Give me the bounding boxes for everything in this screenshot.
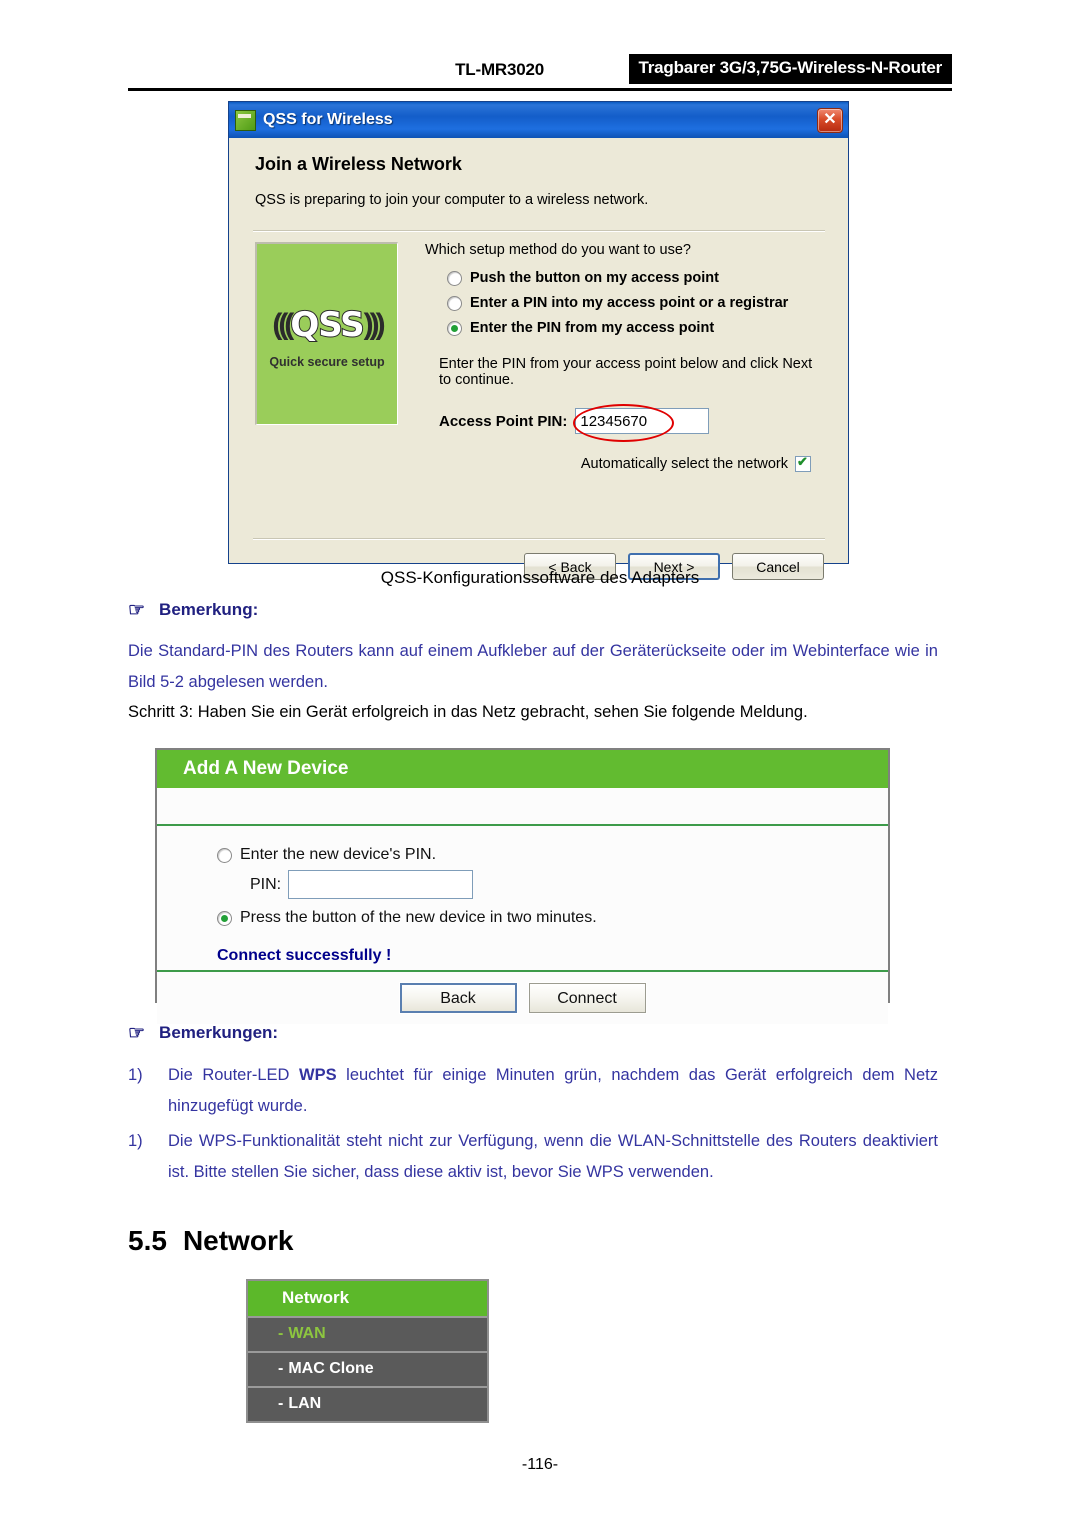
access-point-pin-input[interactable] — [575, 408, 710, 434]
list-item: 1) Die WPS-Funktionalität steht nicht zu… — [128, 1126, 938, 1188]
option-enter-new-device-pin[interactable]: Enter the new device's PIN. — [217, 846, 888, 864]
add-a-new-device-content: Enter the new device's PIN. PIN: Press t… — [157, 826, 888, 970]
setup-option-label: Enter a PIN into my access point or a re… — [470, 295, 789, 311]
panel-top-divider — [157, 788, 888, 826]
radio-icon[interactable] — [217, 847, 232, 863]
page-number: -116- — [521, 1456, 559, 1473]
new-device-pin-label: PIN: — [250, 875, 282, 893]
setup-method-question: Which setup method do you want to use? — [425, 242, 691, 258]
dash-icon: - — [278, 1395, 284, 1412]
dash-icon: - — [278, 1325, 284, 1342]
list-marker: 1) — [128, 1066, 143, 1084]
auto-select-network-label: Automatically select the network — [580, 456, 788, 472]
header-divider — [128, 88, 952, 91]
qss-for-wireless-dialog: QSS for Wireless ✕ Join a Wireless Netwo… — [228, 101, 849, 580]
sidebar-item-lan[interactable]: - LAN — [248, 1386, 487, 1421]
connect-button[interactable]: Connect — [527, 982, 647, 1014]
qss-logo-caption: Quick secure setup — [269, 355, 385, 369]
sidebar-item-label: LAN — [288, 1395, 322, 1412]
qss-logo-text: QSS — [289, 304, 365, 346]
dialog-body: Join a Wireless Network QSS is preparing… — [229, 138, 848, 580]
qss-logo-mark: ((( QSS ))) — [272, 304, 386, 346]
bemerkungen-list: 1) Die Router-LED WPS leuchtet für einig… — [128, 1060, 938, 1188]
sidebar-item-mac-clone[interactable]: - MAC Clone — [248, 1351, 487, 1386]
header-model: TL-MR3020 — [455, 60, 544, 79]
radio-icon[interactable] — [447, 320, 462, 336]
header-product-name: Tragbarer 3G/3,75G-Wireless-N-Router — [628, 54, 952, 84]
bemerkungen-heading: ☞ Bemerkungen: — [128, 1023, 278, 1043]
bemerkungen-title: Bemerkungen: — [159, 1023, 279, 1042]
list-item: 1) Die Router-LED WPS leuchtet für einig… — [128, 1060, 938, 1122]
new-device-pin-row: PIN: — [250, 870, 888, 899]
figure-caption: QSS-Konfigurationssoftware des Adapters — [380, 568, 700, 587]
wireless-arc-left-icon: ((( — [272, 308, 294, 341]
list-text-before: Die Router-LED — [168, 1066, 299, 1084]
auto-select-network-checkbox[interactable] — [795, 454, 811, 472]
auto-select-network-row[interactable]: Automatically select the network — [425, 454, 811, 472]
option-press-button[interactable]: Press the button of the new device in tw… — [217, 909, 888, 927]
setup-option-enter-pin-from-ap[interactable]: Enter the PIN from my access point — [447, 320, 825, 336]
dash-icon: - — [278, 1360, 284, 1377]
dialog-titlebar: QSS for Wireless ✕ — [229, 102, 848, 138]
option-label: Press the button of the new device in tw… — [240, 909, 597, 926]
dialog-subheading: QSS is preparing to join your computer t… — [255, 192, 649, 208]
qss-logo-panel: ((( QSS ))) Quick secure setup — [255, 242, 398, 425]
add-a-new-device-panel: Add A New Device Enter the new device's … — [155, 748, 890, 1024]
access-point-pin-row: Access Point PIN: — [439, 404, 825, 442]
dialog-title: QSS for Wireless — [263, 111, 393, 128]
pin-hint-text: Enter the PIN from your access point bel… — [439, 356, 813, 388]
radio-icon[interactable] — [447, 270, 462, 286]
sidebar-item-wan[interactable]: - WAN — [248, 1316, 487, 1351]
page-title: 5.5 Network — [128, 1225, 293, 1257]
pointing-hand-icon: ☞ — [128, 599, 146, 621]
list-text: Die WPS-Funktionalität steht nicht zur V… — [168, 1132, 938, 1181]
wireless-arc-right-icon: ))) — [363, 308, 386, 341]
sidebar-item-label: WAN — [288, 1325, 326, 1342]
back-button[interactable]: Back — [398, 982, 518, 1014]
access-point-pin-label: Access Point PIN: — [439, 412, 568, 430]
bemerkung-title: Bemerkung: — [159, 600, 259, 619]
dialog-separator-top — [253, 230, 825, 232]
network-menu: Network - WAN - MAC Clone - LAN — [246, 1279, 489, 1423]
add-a-new-device-title: Add A New Device — [157, 750, 888, 788]
network-menu-header: Network — [248, 1281, 487, 1316]
new-device-pin-input[interactable] — [288, 870, 474, 899]
bemerkung-heading: ☞ Bemerkung: — [128, 600, 258, 620]
bemerkung-body: Die Standard-PIN des Routers kann auf ei… — [128, 642, 938, 691]
dialog-heading: Join a Wireless Network — [255, 154, 462, 174]
section-number: 5.5 — [128, 1225, 167, 1256]
page-header: TL-MR3020 Tragbarer 3G/3,75G-Wireless-N-… — [128, 54, 952, 88]
setup-option-label: Enter the PIN from my access point — [470, 320, 715, 336]
option-label: Enter the new device's PIN. — [240, 846, 437, 863]
qss-app-icon — [235, 109, 256, 131]
setup-option-push-button[interactable]: Push the button on my access point — [447, 270, 825, 286]
setup-method-section: Which setup method do you want to use? P… — [425, 242, 825, 472]
section-title: Network — [182, 1225, 294, 1256]
pointing-hand-icon: ☞ — [128, 1022, 146, 1044]
step-3-text: Schritt 3: Haben Sie ein Gerät erfolgrei… — [128, 703, 808, 721]
setup-option-label: Push the button on my access point — [470, 270, 719, 286]
add-a-new-device-footer: Back Connect — [157, 970, 888, 1024]
radio-icon[interactable] — [217, 910, 232, 926]
list-text: Die Router-LED WPS leuchtet für einige M… — [168, 1060, 938, 1122]
sidebar-item-label: MAC Clone — [288, 1360, 374, 1377]
radio-icon[interactable] — [447, 295, 462, 311]
close-icon[interactable]: ✕ — [817, 108, 843, 133]
setup-option-enter-pin-into-ap[interactable]: Enter a PIN into my access point or a re… — [447, 295, 825, 311]
connect-status-text: Connect successfully ! — [217, 947, 392, 964]
list-text-bold: WPS — [299, 1066, 337, 1084]
dialog-separator-bottom — [253, 538, 825, 540]
list-marker: 1) — [128, 1132, 143, 1150]
